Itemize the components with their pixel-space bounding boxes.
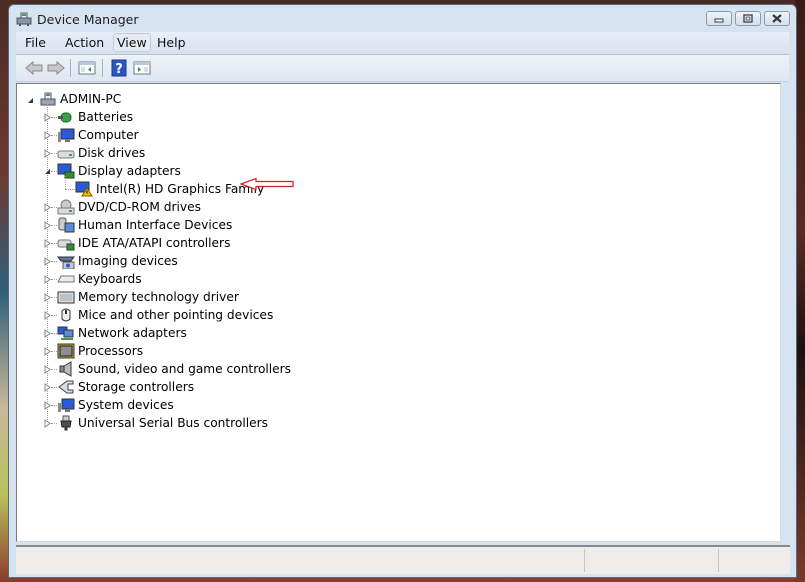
maximize-button[interactable] <box>735 11 761 26</box>
help-icon[interactable]: ? <box>110 59 128 77</box>
tree-category-label: Human Interface Devices <box>78 218 233 232</box>
storage-controller-icon <box>58 380 74 394</box>
tree-category-label: System devices <box>78 398 174 412</box>
tree-category[interactable]: DVD/CD-ROM drives <box>57 198 201 216</box>
red-arrow-annotation <box>240 177 294 191</box>
tree-category[interactable]: Disk drives <box>57 144 145 162</box>
tree-category-label: Storage controllers <box>78 380 195 394</box>
menu-help[interactable]: Help <box>154 35 189 50</box>
speaker-icon <box>59 361 72 377</box>
tree-category-label: IDE ATA/ATAPI controllers <box>78 236 231 250</box>
toolbar-separator <box>102 59 103 77</box>
svg-text:?: ? <box>115 62 123 77</box>
tree-category-label: Display adapters <box>78 164 181 178</box>
display-adapter-icon <box>57 163 75 179</box>
tree-category[interactable]: IDE ATA/ATAPI controllers <box>57 234 230 252</box>
mouse-icon <box>61 308 71 322</box>
usb-icon <box>60 415 72 431</box>
device-tree[interactable]: ADMIN-PC Batteries Computer Disk drives Dis… <box>16 83 781 542</box>
tree-connector <box>65 189 75 190</box>
menu-file[interactable]: File <box>22 35 49 50</box>
tree-category-label: Sound, video and game controllers <box>78 362 292 376</box>
tree-category-label: Keyboards <box>78 272 142 286</box>
maximize-icon <box>743 14 753 23</box>
tree-category[interactable]: Network adapters <box>57 324 187 342</box>
tree-category[interactable]: Sound, video and game controllers <box>57 360 291 378</box>
show-hide-console-tree-icon[interactable] <box>78 59 96 77</box>
menu-bar: File Action View Help <box>16 32 789 55</box>
device-manager-icon <box>16 12 32 26</box>
back-arrow-icon[interactable] <box>25 59 43 77</box>
forward-arrow-icon[interactable] <box>47 59 65 77</box>
tree-device-label: Intel(R) HD Graphics Family <box>96 182 265 196</box>
tree-category-label: Disk drives <box>78 146 146 160</box>
tree-category[interactable]: Human Interface Devices <box>57 216 232 234</box>
title-bar[interactable]: Device Manager <box>9 5 796 33</box>
tree-category[interactable]: Imaging devices <box>57 252 178 270</box>
tree-category[interactable]: Processors <box>57 342 143 360</box>
status-bar <box>16 545 790 574</box>
tree-root-admin-pc[interactable]: ADMIN-PC <box>39 90 121 108</box>
tree-category-label: Processors <box>78 344 144 358</box>
system-device-icon <box>58 398 75 412</box>
toolbar: ? <box>16 55 789 82</box>
menu-view[interactable]: View <box>113 33 151 52</box>
display-warning-icon <box>75 181 93 197</box>
imaging-device-icon <box>57 256 75 269</box>
status-pane-divider <box>718 549 719 572</box>
ide-controller-icon <box>57 239 75 251</box>
window-title: Device Manager <box>37 12 139 27</box>
tree-category[interactable]: Universal Serial Bus controllers <box>57 414 268 432</box>
device-manager-window: Device Manager File Action View Help ? A… <box>8 4 797 578</box>
status-pane-divider <box>584 549 585 572</box>
tree-category[interactable]: Storage controllers <box>57 378 194 396</box>
tree-category-label: Universal Serial Bus controllers <box>78 416 268 430</box>
show-action-pane-icon[interactable] <box>133 59 151 77</box>
toolbar-separator <box>70 59 71 77</box>
tree-category[interactable]: Display adapters <box>57 162 181 180</box>
tree-connector <box>65 176 66 189</box>
tree-category[interactable]: Computer <box>57 126 139 144</box>
computer-tower-icon <box>40 92 56 106</box>
close-button[interactable] <box>764 11 790 26</box>
keyboard-icon <box>57 275 75 283</box>
processor-icon <box>57 343 75 359</box>
menu-action[interactable]: Action <box>62 35 107 50</box>
tree-category-label: Batteries <box>78 110 134 124</box>
tree-category[interactable]: Memory technology driver <box>57 288 239 306</box>
network-adapter-icon <box>57 326 74 340</box>
tree-category[interactable]: Keyboards <box>57 270 142 288</box>
tree-category-label: Mice and other pointing devices <box>78 308 274 322</box>
tree-category-label: DVD/CD-ROM drives <box>78 200 201 214</box>
tree-device-item[interactable]: Intel(R) HD Graphics Family <box>75 180 264 198</box>
tree-root-label: ADMIN-PC <box>60 92 122 106</box>
disk-drive-icon <box>57 150 75 159</box>
tree-category-label: Memory technology driver <box>78 290 239 304</box>
tree-category-label: Network adapters <box>78 326 187 340</box>
tree-category-label: Imaging devices <box>78 254 178 268</box>
hid-icon <box>58 217 75 233</box>
tree-category-label: Computer <box>78 128 139 142</box>
close-icon <box>772 14 782 23</box>
minimize-icon <box>714 18 724 22</box>
tree-category[interactable]: System devices <box>57 396 174 414</box>
tree-category[interactable]: Batteries <box>57 108 133 126</box>
memory-icon <box>57 291 75 304</box>
battery-icon <box>58 112 72 123</box>
computer-icon <box>58 128 75 142</box>
minimize-button[interactable] <box>706 11 732 26</box>
dvd-drive-icon <box>57 199 75 215</box>
collapse-arrow-icon[interactable] <box>26 96 35 105</box>
tree-category[interactable]: Mice and other pointing devices <box>57 306 273 324</box>
